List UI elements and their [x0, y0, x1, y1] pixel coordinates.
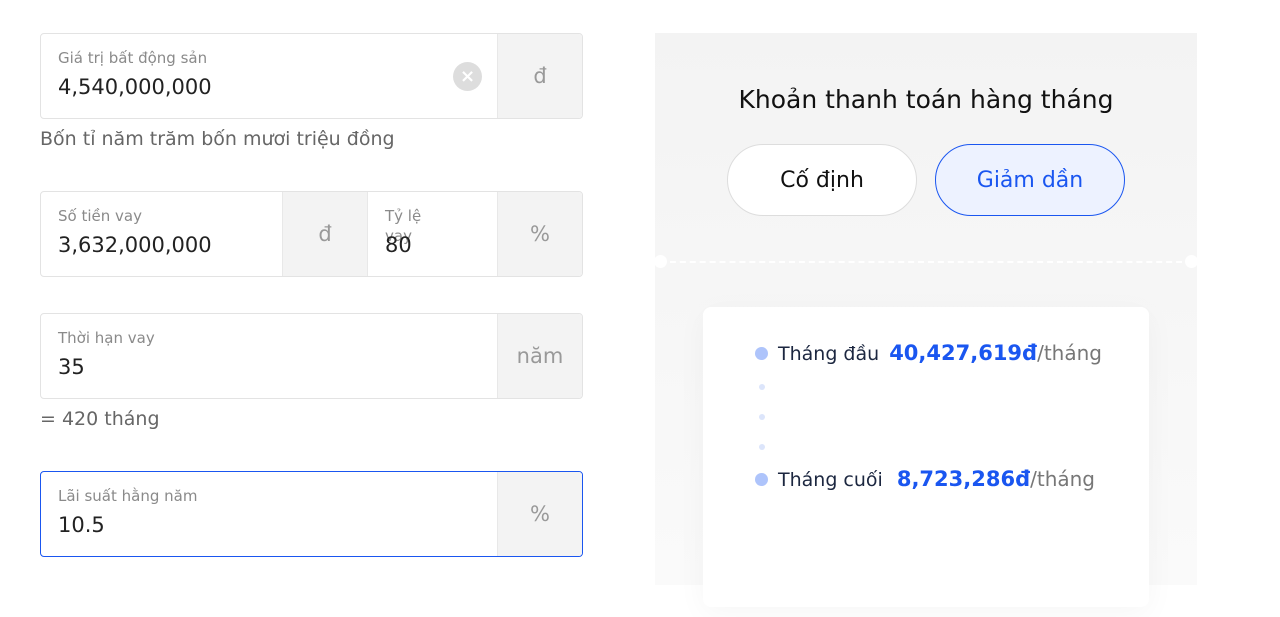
dot-icon — [759, 384, 765, 390]
per-month: /tháng — [1037, 341, 1102, 365]
first-month-amount: 40,427,619đ — [889, 341, 1038, 365]
first-month-label: Tháng đầu — [778, 343, 880, 365]
last-month-amount: 8,723,286đ — [896, 467, 1031, 491]
payment-summary-card: Tháng đầu 40,427,619đ/tháng Tháng cuối 8… — [703, 307, 1149, 607]
per-month: /tháng — [1030, 467, 1095, 491]
loan-ratio-input[interactable]: 80 — [385, 232, 412, 258]
loan-currency-unit: đ — [282, 192, 367, 276]
property-value-field[interactable]: Giá trị bất động sản 4,540,000,000 × đ — [40, 33, 583, 119]
loan-term-field[interactable]: Thời hạn vay 35 năm — [40, 313, 583, 399]
interest-rate-label: Lãi suất hằng năm — [58, 487, 198, 505]
loan-amount-field[interactable]: Số tiền vay 3,632,000,000 đ Tỷ lệ vay 80 % — [40, 191, 583, 277]
property-value-in-words: Bốn tỉ năm trăm bốn mươi triệu đồng — [40, 128, 395, 150]
interest-rate-input[interactable]: 10.5 — [58, 512, 480, 538]
loan-amount-input[interactable]: 3,632,000,000 — [58, 232, 265, 258]
clear-icon[interactable]: × — [453, 62, 482, 91]
divider-notch — [1185, 255, 1198, 268]
bullet-icon — [755, 472, 768, 486]
ratio-percent-unit: % — [497, 192, 582, 276]
property-value-label: Giá trị bất động sản — [58, 49, 208, 67]
dot-icon — [759, 414, 765, 420]
years-unit: năm — [497, 314, 582, 398]
divider — [660, 261, 1192, 263]
tab-fixed[interactable]: Cố định — [727, 144, 917, 216]
property-value-input[interactable]: 4,540,000,000 — [58, 74, 480, 100]
loan-amount-label: Số tiền vay — [58, 207, 142, 225]
monthly-payment-panel: Khoản thanh toán hàng tháng Cố định Giảm… — [654, 33, 1198, 607]
currency-unit: đ — [497, 34, 582, 118]
divider-notch — [654, 255, 667, 268]
last-month-label: Tháng cuối — [778, 469, 883, 491]
loan-term-input[interactable]: 35 — [58, 354, 480, 380]
dot-icon — [759, 444, 765, 450]
last-month-row: Tháng cuối 8,723,286đ/tháng — [755, 467, 1095, 491]
panel-title: Khoản thanh toán hàng tháng — [738, 85, 1114, 114]
interest-rate-field[interactable]: Lãi suất hằng năm 10.5 % — [40, 471, 583, 557]
bullet-icon — [755, 346, 768, 360]
loan-term-months: = 420 tháng — [40, 408, 160, 430]
first-month-row: Tháng đầu 40,427,619đ/tháng — [755, 341, 1102, 365]
rate-percent-unit: % — [497, 472, 582, 556]
loan-term-label: Thời hạn vay — [58, 329, 155, 347]
tab-decreasing[interactable]: Giảm dần — [935, 144, 1125, 216]
